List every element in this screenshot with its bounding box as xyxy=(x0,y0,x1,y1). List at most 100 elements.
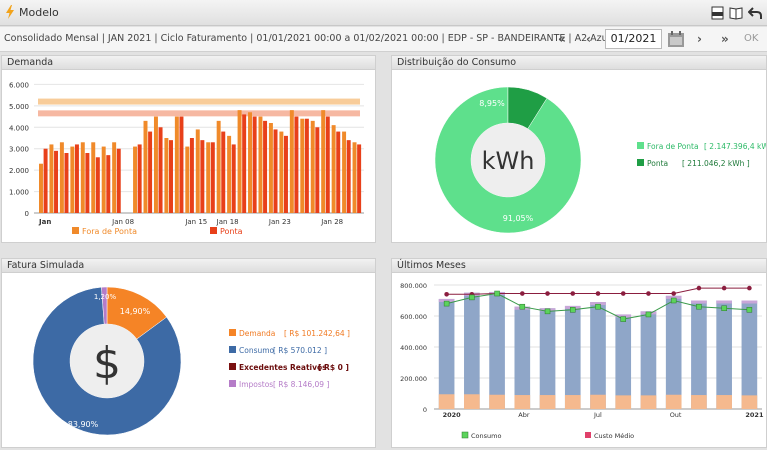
legend-label: Fora de Ponta xyxy=(647,142,699,151)
slice-label: 1,20% xyxy=(94,293,117,301)
legend-swatch-fora-ponta xyxy=(72,227,79,234)
ponta-bar xyxy=(64,153,69,213)
ponta-bar xyxy=(294,116,299,213)
y-tick-label: 6.000 xyxy=(9,81,29,89)
consumo-point xyxy=(570,307,576,313)
fora-ponta-bar xyxy=(143,120,148,213)
legend-label: Ponta xyxy=(647,159,668,168)
app-window: Modelo Consolidado Mensal | JAN 2021 | C… xyxy=(0,0,767,450)
legend-label: Impostos xyxy=(239,380,273,389)
calendar-icon[interactable] xyxy=(667,30,685,48)
month-bar-ponta xyxy=(615,395,632,409)
ponta-bar xyxy=(158,127,163,213)
back-arrow-icon[interactable] xyxy=(748,6,762,20)
month-bar-ponta xyxy=(514,395,531,409)
month-bar-ponta xyxy=(464,394,480,409)
period-input[interactable]: 01/2021 xyxy=(605,29,662,49)
consumo-point xyxy=(469,294,475,301)
slice-label: 14,90% xyxy=(120,307,151,316)
ponta-bar xyxy=(252,116,257,213)
ponta-bar xyxy=(43,148,48,213)
consumo-point xyxy=(645,311,652,318)
month-bar-ponta xyxy=(640,395,657,409)
month-bar xyxy=(691,300,707,409)
demanda-panel: Demanda 0 1.000 2.000 3.000 4.000 5.000 6.000 J… xyxy=(1,55,376,243)
legend-value: [ R$ 101.242,64 ] xyxy=(284,329,350,338)
ponta-bar xyxy=(116,148,121,213)
legend-swatch-consumo xyxy=(461,431,469,439)
ultimos-panel-title: Últimos Meses xyxy=(392,259,766,273)
month-bar-ponta xyxy=(539,395,556,409)
demanda-panel-title: Demanda xyxy=(2,56,375,70)
ponta-bar xyxy=(263,120,268,213)
last-period-button[interactable]: » xyxy=(721,32,729,46)
distribuicao-panel: Distribuição do Consumo kWh 91,05% 8,95% Fo… xyxy=(391,55,767,243)
fora-ponta-bar xyxy=(321,110,326,213)
month-bar xyxy=(539,308,556,409)
custo-medio-point xyxy=(620,291,626,296)
month-bar xyxy=(716,300,732,409)
fora-ponta-bar xyxy=(352,142,357,213)
ponta-bar xyxy=(325,116,330,213)
legend-swatch xyxy=(229,380,236,387)
fora-ponta-bar xyxy=(91,142,96,213)
month-bar-ponta xyxy=(716,395,732,409)
legend-value: [ R$ 0 ] xyxy=(318,363,349,372)
y-tick-label: 600.000 xyxy=(400,313,427,321)
legend-swatch-custo-medio xyxy=(585,432,591,438)
prev-period-button[interactable]: ‹ xyxy=(586,32,591,46)
first-period-button[interactable]: « xyxy=(558,32,566,46)
fora-ponta-bar xyxy=(268,123,273,213)
consumo-point xyxy=(696,303,702,310)
consumo-point xyxy=(746,307,753,313)
ponta-bar xyxy=(231,144,236,213)
fora-ponta-bar xyxy=(258,116,263,213)
next-period-button[interactable]: › xyxy=(697,32,702,46)
fora-ponta-bar xyxy=(174,116,179,213)
fatura-panel: Fatura Simulada $14,90% 83,90% 1,20% Demand… xyxy=(1,258,376,448)
custo-medio-point xyxy=(747,285,752,291)
distribuicao-chart: kWh 91,05% 8,95% Fora de Ponta [ 2.147.396,4… xyxy=(434,86,766,234)
legend-label: Consumo xyxy=(239,346,275,355)
legend-label-ponta: Ponta xyxy=(220,227,243,236)
consumo-point xyxy=(721,305,727,311)
month-bar-ponta xyxy=(590,394,606,409)
y-tick-label: 400.000 xyxy=(400,344,427,352)
contract-band xyxy=(38,98,360,105)
ponta-bar xyxy=(315,127,320,213)
consumo-point xyxy=(620,316,626,322)
ponta-bar xyxy=(210,142,215,213)
y-tick-label: 0 xyxy=(423,406,427,414)
y-tick-label: 200.000 xyxy=(400,375,427,383)
month-bar xyxy=(741,300,758,409)
x-tick-label: Jan 18 xyxy=(216,218,239,226)
ponta-bar xyxy=(74,144,79,213)
x-tick-label: 2021 xyxy=(745,411,764,419)
fora-ponta-bar xyxy=(185,146,190,213)
month-bar xyxy=(640,311,657,409)
fora-ponta-bar xyxy=(206,142,211,213)
month-bar-top xyxy=(716,300,732,304)
y-tick-label: 800.000 xyxy=(400,282,427,290)
fora-ponta-bar xyxy=(195,129,200,213)
month-bar-top xyxy=(741,300,758,304)
legend-label-consumo: Consumo xyxy=(471,432,501,440)
fora-ponta-bar xyxy=(289,110,294,213)
fora-ponta-bar xyxy=(70,146,75,213)
x-tick-label: Abr xyxy=(518,411,530,419)
legend-label: Demanda xyxy=(239,329,275,338)
fora-ponta-bar xyxy=(153,116,158,213)
month-bar-ponta xyxy=(691,395,707,409)
legend-label: Excedentes Reativos xyxy=(239,363,327,372)
fora-ponta-bar xyxy=(331,125,336,213)
legend-swatch xyxy=(637,142,644,149)
ok-button[interactable]: OK xyxy=(744,33,758,44)
legend-swatch xyxy=(637,159,644,166)
book-icon[interactable] xyxy=(729,6,743,20)
ponta-bar xyxy=(200,140,205,213)
pdf-icon[interactable] xyxy=(711,6,724,20)
fora-ponta-bar xyxy=(39,163,43,213)
ultimos-chart: 0 200.000 400.000 600.000 800.000 2020 Abr Jul O… xyxy=(400,282,764,440)
fora-ponta-bar xyxy=(310,120,315,213)
month-bar xyxy=(489,291,505,409)
